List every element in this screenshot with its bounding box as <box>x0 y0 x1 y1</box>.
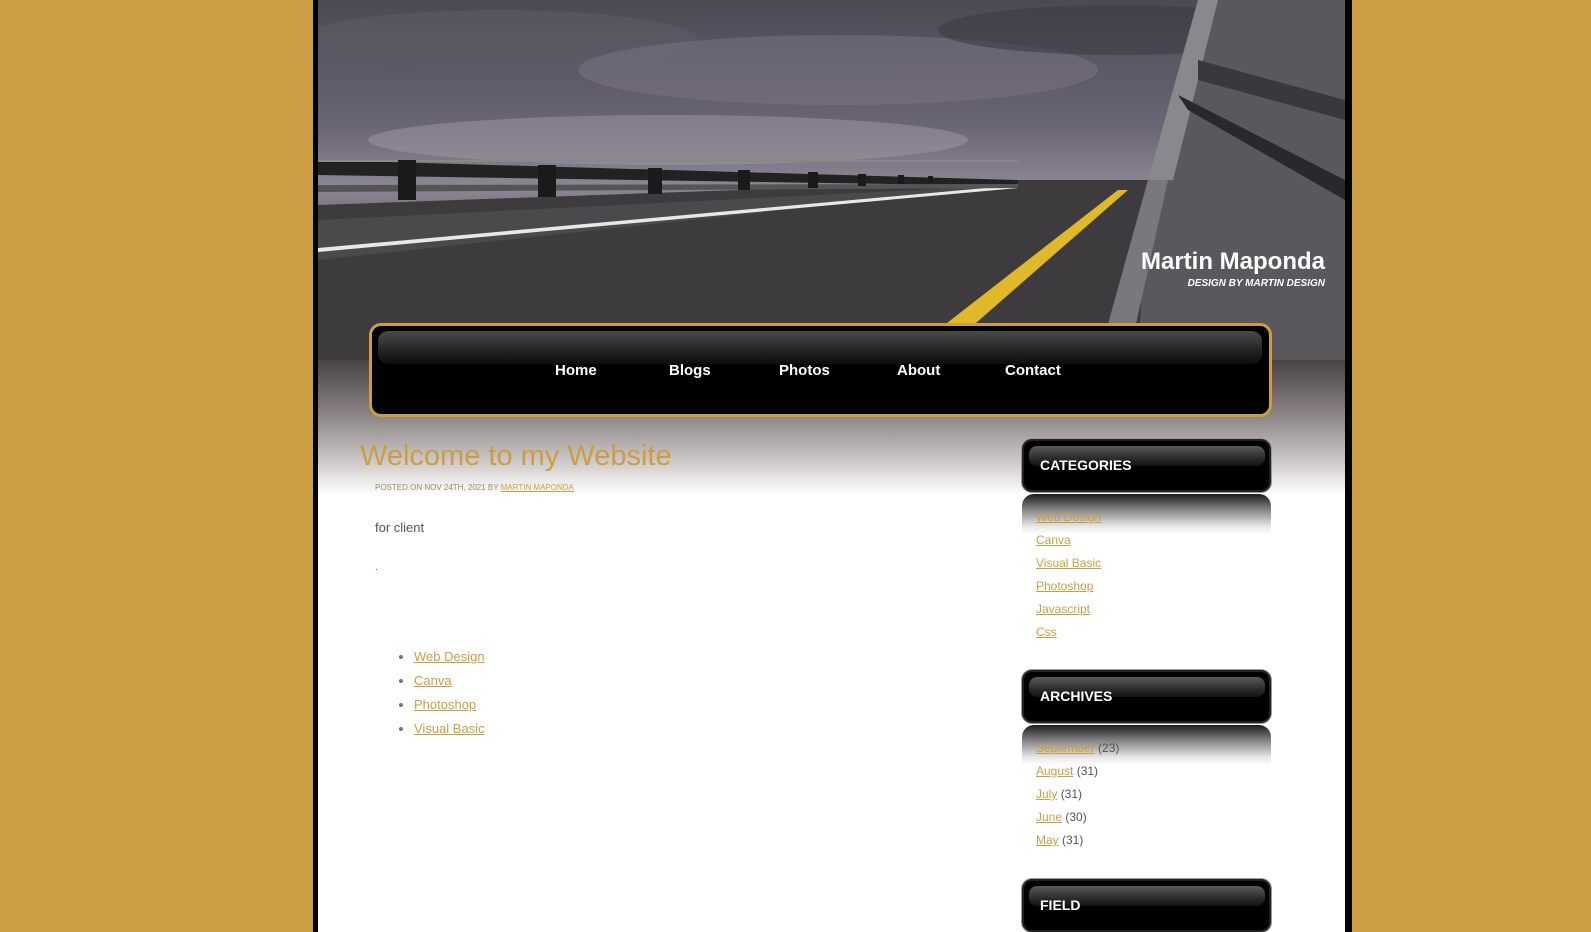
list-item: Visual Basic <box>1036 552 1101 575</box>
archive-link[interactable]: July <box>1036 787 1057 801</box>
category-photoshop[interactable]: Photoshop <box>1036 579 1093 593</box>
list-item: Photoshop <box>414 693 485 717</box>
nav-photos[interactable]: Photos <box>779 362 830 379</box>
archives-list: September (23) August (31) July (31) Jun… <box>1036 737 1119 852</box>
archive-link[interactable]: September <box>1036 741 1095 755</box>
header-banner: Martin Maponda DESIGN BY MARTIN DESIGN <box>318 0 1345 360</box>
list-item: May (31) <box>1036 829 1119 852</box>
category-javascript[interactable]: Javascript <box>1036 602 1090 616</box>
post-link-web-design[interactable]: Web Design <box>414 649 485 664</box>
list-item: Web Design <box>414 645 485 669</box>
nav-contact[interactable]: Contact <box>1005 362 1061 379</box>
page-content: Martin Maponda DESIGN BY MARTIN DESIGN H… <box>318 0 1345 932</box>
field-widget-header: FIELD <box>1022 879 1271 932</box>
category-web-design[interactable]: Web Design <box>1036 510 1101 524</box>
post-title: Welcome to my Website <box>360 440 672 472</box>
list-item: August (31) <box>1036 760 1119 783</box>
list-item: Canva <box>414 669 485 693</box>
list-item: Web Design <box>1036 506 1101 529</box>
list-item: Visual Basic <box>414 717 485 741</box>
archive-count: (31) <box>1076 764 1099 778</box>
archives-widget-header: ARCHIVES <box>1022 670 1271 723</box>
bridge-road-photo <box>318 0 1345 360</box>
list-item: Canva <box>1036 529 1101 552</box>
nav-gloss <box>378 331 1262 364</box>
post-link-list: Web Design Canva Photoshop Visual Basic <box>376 645 485 741</box>
post-link-canva[interactable]: Canva <box>414 673 452 688</box>
nav-blogs[interactable]: Blogs <box>669 362 711 379</box>
list-item: July (31) <box>1036 783 1119 806</box>
page-frame: Martin Maponda DESIGN BY MARTIN DESIGN H… <box>313 0 1352 932</box>
post-link-visual-basic[interactable]: Visual Basic <box>414 721 485 736</box>
archive-count: (31) <box>1060 787 1083 801</box>
category-visual-basic[interactable]: Visual Basic <box>1036 556 1101 570</box>
post-body: for client <box>375 520 425 535</box>
categories-widget-header: CATEGORIES <box>1022 439 1271 492</box>
list-item: June (30) <box>1036 806 1119 829</box>
category-css[interactable]: Css <box>1036 625 1057 639</box>
archives-title: ARCHIVES <box>1040 688 1113 704</box>
archive-count: (31) <box>1062 833 1084 847</box>
post-meta: POSTED ON NOV 24TH, 2021 BY MARTIN MAPON… <box>375 483 574 492</box>
archive-count: (23) <box>1098 741 1120 755</box>
nav-about[interactable]: About <box>897 362 940 379</box>
main-nav: Home Blogs Photos About Contact <box>369 323 1272 417</box>
list-item: Css <box>1036 621 1101 644</box>
post-link-photoshop[interactable]: Photoshop <box>414 697 476 712</box>
archive-count: (30) <box>1065 810 1087 824</box>
nav-home[interactable]: Home <box>555 362 597 379</box>
post-dot: . <box>375 562 378 573</box>
post-meta-text: POSTED ON NOV 24TH, 2021 BY <box>375 483 499 492</box>
field-title: FIELD <box>1040 897 1081 913</box>
archive-link[interactable]: August <box>1036 764 1073 778</box>
archive-link[interactable]: May <box>1036 833 1059 847</box>
site-title: Martin Maponda <box>1141 248 1325 275</box>
site-subtitle: DESIGN BY MARTIN DESIGN <box>1187 278 1325 289</box>
list-item: Photoshop <box>1036 575 1101 598</box>
category-canva[interactable]: Canva <box>1036 533 1071 547</box>
list-item: September (23) <box>1036 737 1119 760</box>
list-item: Javascript <box>1036 598 1101 621</box>
archive-link[interactable]: June <box>1036 810 1062 824</box>
post-author-link[interactable]: MARTIN MAPONDA <box>501 483 574 492</box>
categories-list: Web Design Canva Visual Basic Photoshop … <box>1036 506 1101 644</box>
categories-title: CATEGORIES <box>1040 457 1132 473</box>
